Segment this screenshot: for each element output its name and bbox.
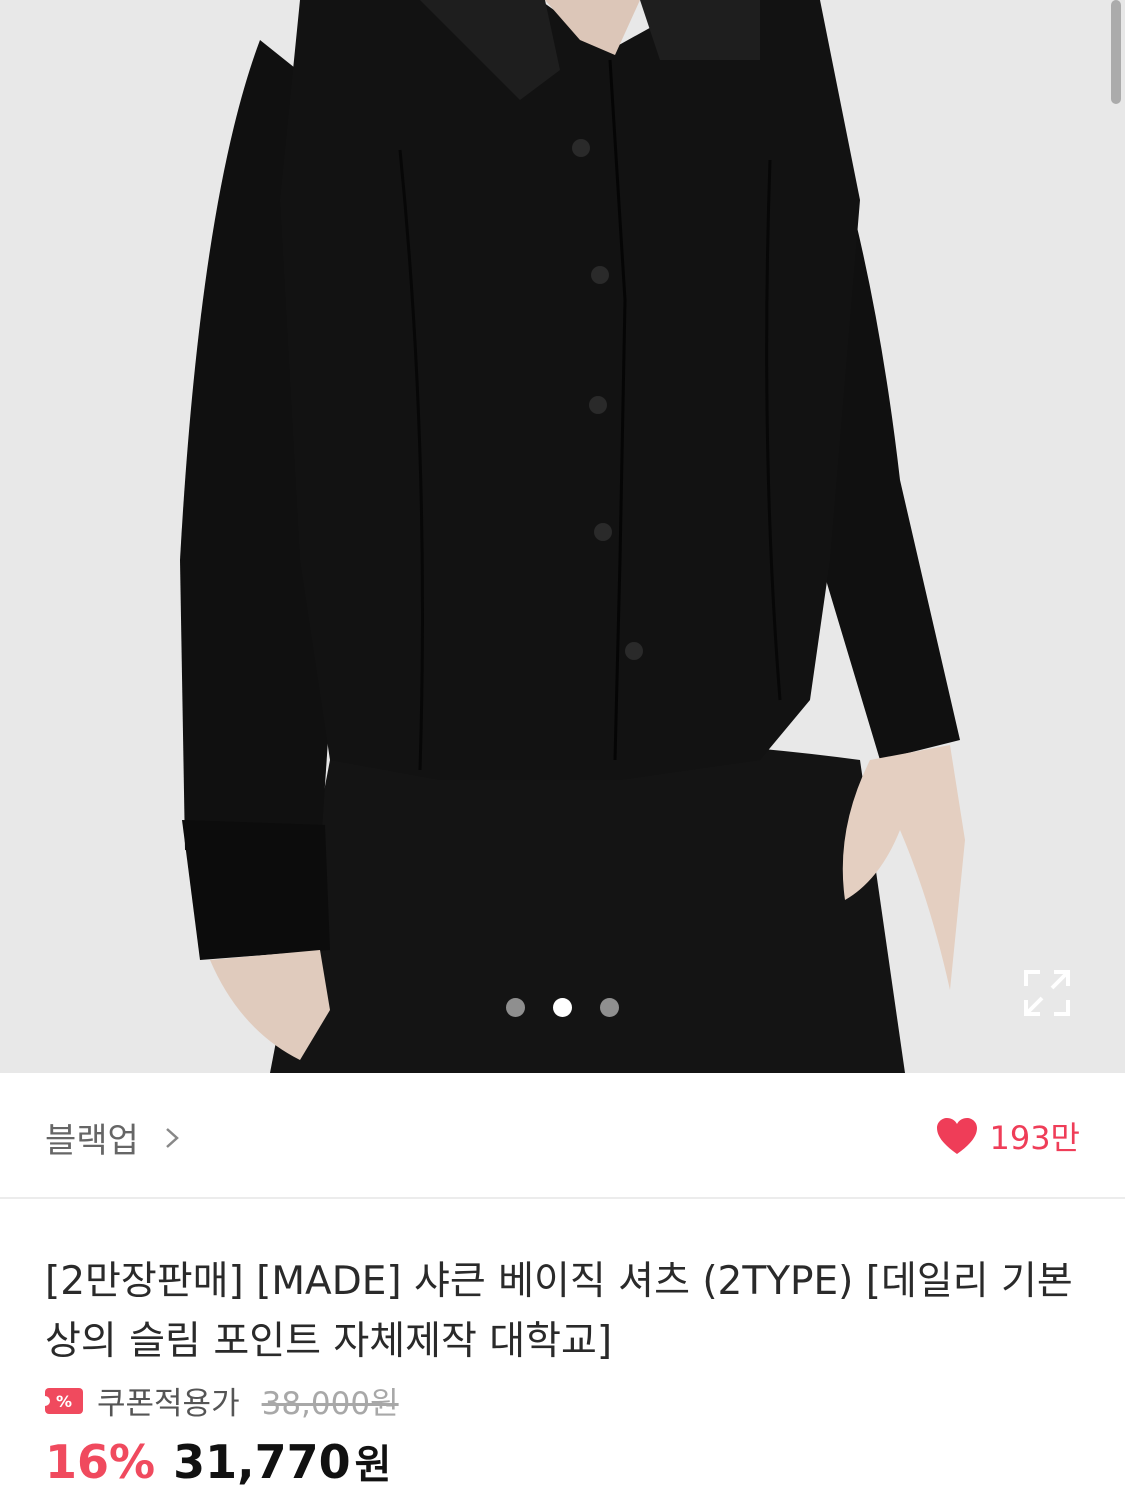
product-title: [2만장판매] [MADE] 샤큰 베이직 셔츠 (2TYPE) [데일리 기본… [45,1259,1073,1364]
carousel-dot-2-active[interactable] [553,998,572,1017]
original-price: 38,000원 [261,1386,399,1422]
coupon-label: 쿠폰적용가 [97,1386,240,1422]
expand-icon[interactable] [1022,968,1072,1018]
scrollbar[interactable] [1111,0,1121,104]
brand-row: 블랙업 193만 [0,1073,1125,1199]
like-button[interactable]: 193만 [935,1113,1080,1159]
carousel-dot-3[interactable] [600,998,619,1017]
carousel-indicator [0,998,1125,1022]
brand-link[interactable]: 블랙업 [45,1113,179,1162]
sale-price-row: 16% 31,770 원 [45,1432,391,1490]
brand-name: 블랙업 [45,1121,139,1161]
sale-price: 31,770 [173,1435,351,1489]
coupon-price-row: % 쿠폰적용가 38,000원 [45,1378,399,1423]
product-photo [0,0,1125,1073]
svg-text:%: % [56,1392,72,1411]
product-image-gallery[interactable] [0,0,1125,1073]
discount-rate: 16% [45,1435,156,1489]
heart-icon [937,1118,978,1154]
like-count: 193만 [989,1119,1080,1157]
currency-unit: 원 [354,1442,392,1488]
carousel-dot-1[interactable] [506,998,525,1017]
coupon-icon: % [45,1387,83,1414]
chevron-right-icon [166,1127,179,1148]
